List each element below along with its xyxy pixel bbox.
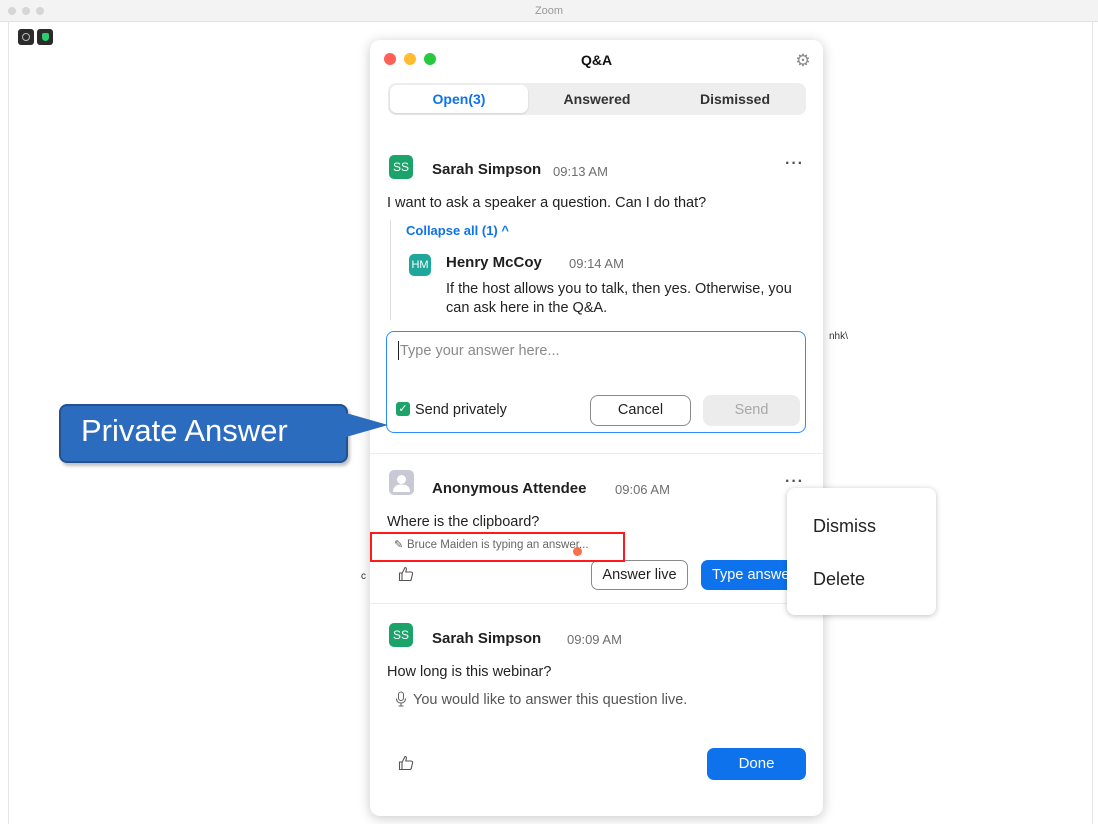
cancel-button[interactable]: Cancel (590, 395, 691, 426)
info-icon[interactable] (18, 29, 34, 45)
callout-arrow (346, 413, 388, 437)
security-shield-icon[interactable] (37, 29, 53, 45)
live-answer-note: You would like to answer this question l… (413, 692, 688, 708)
microphone-icon (395, 691, 407, 707)
more-options-icon[interactable]: ··· (785, 155, 804, 173)
typing-status-highlight (370, 532, 625, 562)
question-author: Sarah Simpson (432, 161, 542, 178)
question-context-menu: Dismiss Delete (787, 488, 936, 615)
answer-input[interactable]: Type your answer here... (400, 343, 560, 359)
menu-item-dismiss[interactable]: Dismiss (813, 516, 876, 537)
answer-live-button[interactable]: Answer live (591, 560, 688, 590)
divider (370, 453, 823, 454)
answer-input-box[interactable]: Type your answer here... ✓ Send privatel… (386, 331, 806, 433)
question-author: Anonymous Attendee (432, 480, 587, 497)
background-text: nhk\ (829, 331, 848, 342)
question-author: Sarah Simpson (432, 630, 542, 647)
avatar: SS (389, 155, 413, 179)
send-privately-checkbox[interactable]: ✓ (396, 402, 410, 416)
background-text: c (361, 571, 366, 582)
avatar: HM (409, 254, 431, 276)
chevron-up-icon: ^ (501, 223, 509, 238)
app-title-bar: Zoom (0, 0, 1098, 22)
meeting-status-icons (18, 29, 53, 45)
reply-time: 09:14 AM (569, 256, 624, 271)
reply-author: Henry McCoy (446, 254, 542, 271)
reply-text: If the host allows you to talk, then yes… (446, 281, 792, 316)
question-text: I want to ask a speaker a question. Can … (387, 195, 707, 211)
avatar: SS (389, 623, 413, 647)
divider (370, 603, 823, 604)
question-time: 09:06 AM (615, 482, 670, 497)
text-caret (398, 341, 399, 360)
qa-tabs: Open(3) Answered Dismissed (388, 83, 806, 115)
collapse-replies-link[interactable]: Collapse all (1) ^ (406, 223, 509, 238)
qa-window-title: Q&A (580, 52, 613, 68)
reply-thread-line (390, 220, 391, 320)
tab-open[interactable]: Open(3) (390, 85, 528, 113)
tab-dismissed[interactable]: Dismissed (666, 85, 804, 113)
send-privately-label[interactable]: Send privately (415, 402, 507, 418)
collapse-label: Collapse all (1) (406, 223, 498, 238)
question-time: 09:13 AM (553, 164, 608, 179)
private-answer-callout: Private Answer (59, 404, 388, 463)
person-icon (393, 475, 410, 492)
window-border-right (1092, 22, 1093, 824)
question-time: 09:09 AM (567, 632, 622, 647)
gear-icon[interactable]: ⚙ (794, 52, 812, 70)
question-text: Where is the clipboard? (387, 514, 540, 530)
send-button[interactable]: Send (703, 395, 800, 426)
thumbs-up-icon[interactable] (398, 755, 414, 771)
app-title: Zoom (534, 5, 564, 17)
done-button[interactable]: Done (707, 748, 806, 780)
thumbs-up-icon[interactable] (398, 566, 414, 582)
anonymous-avatar (389, 470, 414, 495)
question-text: How long is this webinar? (387, 664, 552, 680)
window-border-left (8, 22, 9, 824)
menu-item-delete[interactable]: Delete (813, 569, 865, 590)
qa-window: Q&A ⚙ Open(3) Answered Dismissed SS Sara… (370, 40, 823, 816)
tab-answered[interactable]: Answered (528, 85, 666, 113)
callout-label: Private Answer (81, 413, 288, 448)
